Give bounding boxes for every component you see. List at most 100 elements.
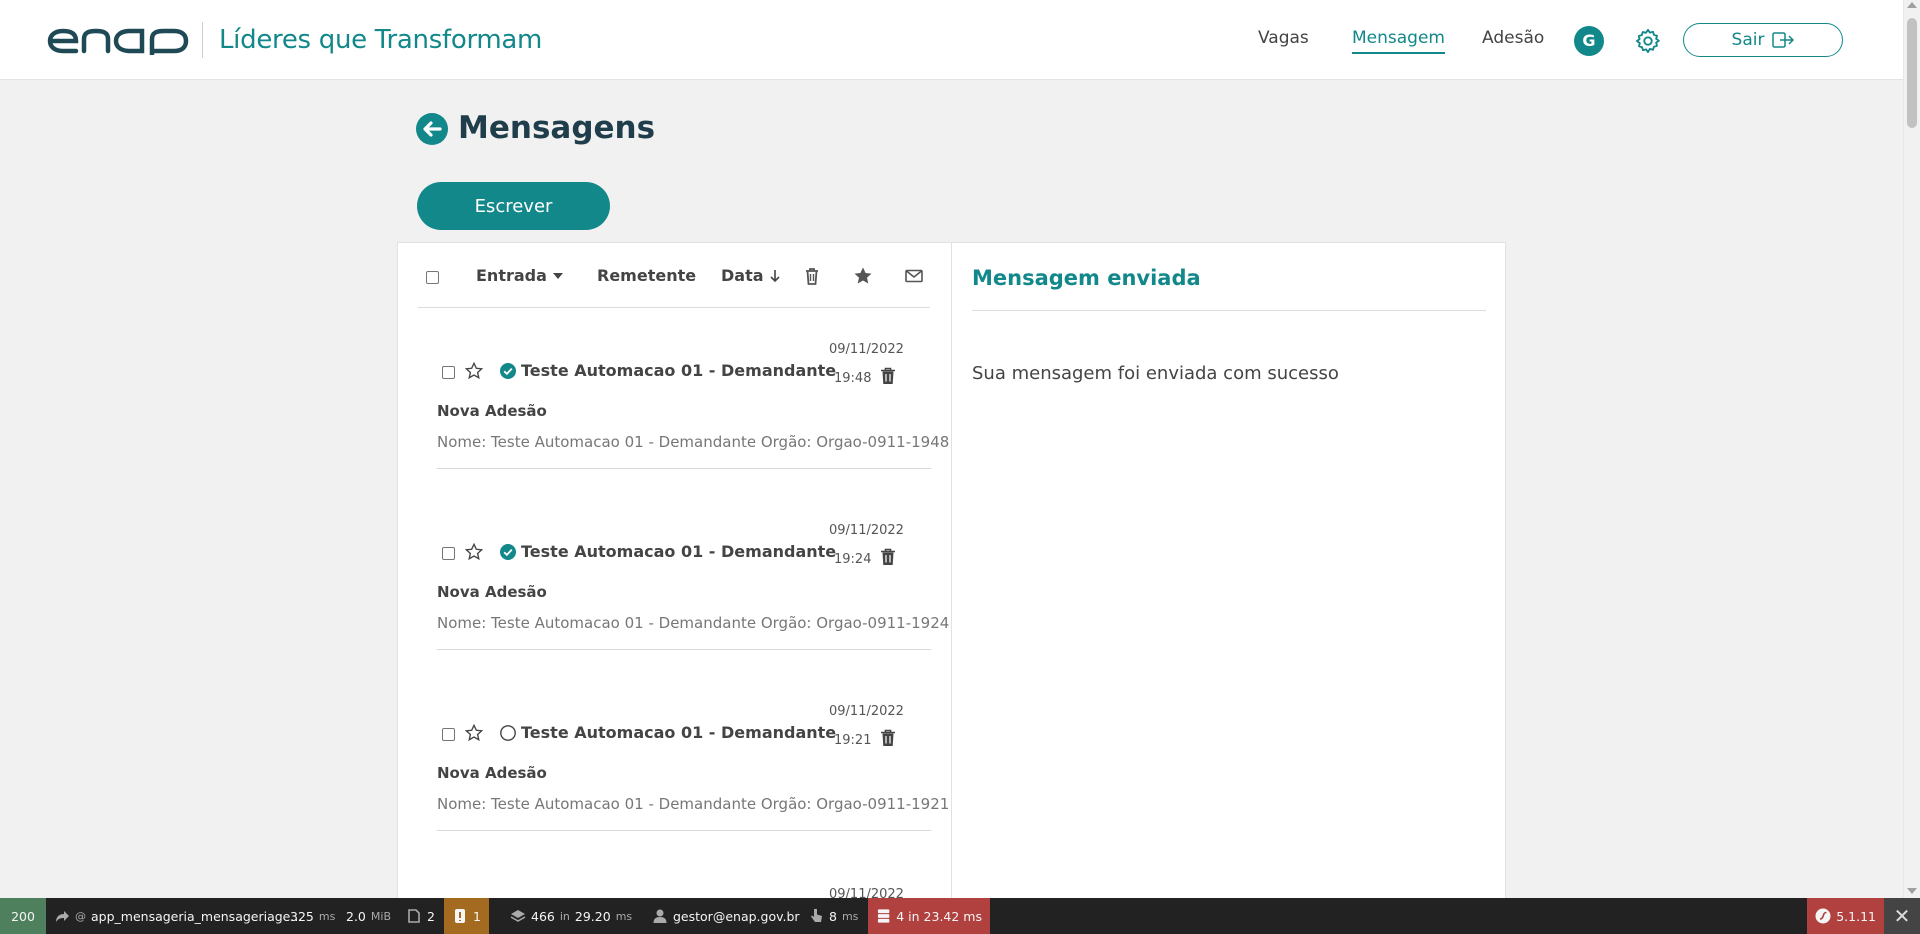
close-icon[interactable]: ✕ <box>1884 898 1920 934</box>
database-panel[interactable]: 4 in 23.42 ms <box>868 898 990 934</box>
message-time: 19:24 <box>834 552 872 567</box>
request-time-panel[interactable]: 325 ms <box>282 898 343 934</box>
message-time: 19:21 <box>834 733 872 748</box>
scrollbar-thumb[interactable] <box>1907 18 1917 128</box>
folder-label: Entrada <box>476 266 547 285</box>
message-list-item[interactable]: Teste Automacao 01 - Demandante 09/11/20… <box>437 704 949 834</box>
scroll-down-icon[interactable] <box>1907 888 1917 894</box>
star-outline-icon[interactable] <box>465 362 483 380</box>
arrow-left-circle-icon[interactable] <box>416 113 448 145</box>
star-icon[interactable] <box>853 266 873 286</box>
form-icon <box>408 909 420 923</box>
message-date: 09/11/2022 <box>829 342 904 357</box>
cursor-hand-icon <box>811 909 822 922</box>
message-list-item[interactable]: Teste Automacao 01 - Demandante 09/11/20… <box>437 523 949 653</box>
message-divider <box>437 468 931 469</box>
message-sender: Teste Automacao 01 - Demandante <box>521 361 837 380</box>
message-time: 19:48 <box>834 371 872 386</box>
message-checkbox[interactable] <box>442 366 455 379</box>
message-preview: Nome: Teste Automacao 01 - Demandante Or… <box>437 614 950 632</box>
message-subject: Nova Adesão <box>437 402 547 420</box>
trash-icon[interactable] <box>880 548 896 566</box>
read-check-icon <box>500 363 516 379</box>
nav-mensagem[interactable]: Mensagem <box>1352 28 1445 54</box>
message-subject: Nova Adesão <box>437 583 547 601</box>
debug-toolbar: 200 @ app_mensageria_mensageriage... 325… <box>0 898 1920 934</box>
scroll-up-icon[interactable] <box>1907 2 1917 8</box>
twig-panel[interactable]: 466 in 29.20 ms <box>502 898 640 934</box>
message-sender: Teste Automacao 01 - Demandante <box>521 542 837 561</box>
twig-in: in <box>559 909 570 923</box>
twig-time: 29.20 <box>574 908 611 924</box>
symfony-version-panel[interactable]: 5.1.11 <box>1807 898 1884 934</box>
sort-by-date[interactable]: Data <box>721 266 780 285</box>
logout-label: Sair <box>1731 30 1765 50</box>
database-summary: 4 in 23.42 ms <box>896 908 982 924</box>
compose-button[interactable]: Escrever <box>417 182 610 230</box>
date-sort-label: Data <box>721 266 764 285</box>
events-unit: ms <box>841 909 859 923</box>
folder-dropdown[interactable]: Entrada <box>476 266 563 285</box>
sort-by-sender[interactable]: Remetente <box>597 266 696 285</box>
message-divider <box>437 830 931 831</box>
message-preview: Nome: Teste Automacao 01 - Demandante Or… <box>437 795 950 813</box>
warning-icon <box>455 909 465 923</box>
message-date: 09/11/2022 <box>829 704 904 719</box>
logs-panel[interactable]: 1 <box>444 898 489 934</box>
memory-panel[interactable]: 2.0 MiB <box>338 898 399 934</box>
brand-title: Líderes que Transformam <box>219 25 543 55</box>
message-subject: Nova Adesão <box>437 764 547 782</box>
twig-count: 466 <box>531 908 555 924</box>
symfony-logo-icon <box>1815 908 1831 924</box>
events-time: 8 <box>829 908 837 924</box>
page-title: Mensagens <box>458 110 656 146</box>
memory-unit: MiB <box>370 909 391 923</box>
logs-count: 1 <box>473 908 481 924</box>
detail-divider <box>972 310 1486 311</box>
top-header: Líderes que Transformam Vagas Mensagem A… <box>0 0 1903 80</box>
symfony-version: 5.1.11 <box>1836 908 1876 924</box>
route-panel[interactable]: @ app_mensageria_mensageriage... <box>46 898 310 934</box>
enap-logo[interactable] <box>46 27 196 55</box>
trash-icon[interactable] <box>880 729 896 747</box>
route-name: app_mensageria_mensageriage... <box>91 908 303 924</box>
database-icon <box>877 909 890 923</box>
user-avatar[interactable]: G <box>1574 26 1604 56</box>
detail-title: Mensagem enviada <box>972 266 1201 290</box>
page-scrollbar[interactable] <box>1903 0 1920 898</box>
select-all-checkbox[interactable] <box>426 271 439 284</box>
star-outline-icon[interactable] <box>465 724 483 742</box>
envelope-icon[interactable] <box>904 266 924 286</box>
message-detail-panel <box>951 242 1506 902</box>
nav-vagas[interactable]: Vagas <box>1258 28 1309 48</box>
events-panel[interactable]: 8 ms <box>800 898 866 934</box>
forms-panel[interactable]: 2 <box>398 898 443 934</box>
route-at-sign: @ <box>75 909 86 923</box>
gear-icon[interactable] <box>1634 27 1662 55</box>
brand-separator <box>202 22 203 58</box>
logout-icon <box>1772 32 1795 48</box>
unread-circle-icon <box>500 725 516 741</box>
nav-adesao[interactable]: Adesão <box>1482 28 1544 48</box>
message-checkbox[interactable] <box>442 547 455 560</box>
arrow-down-icon <box>769 269 780 282</box>
message-date: 09/11/2022 <box>829 523 904 538</box>
message-list-item[interactable]: Teste Automacao 01 - Demandante 09/11/20… <box>437 342 949 472</box>
logout-button[interactable]: Sair <box>1683 23 1843 57</box>
message-list-toolbar: Entrada Remetente Data <box>418 256 930 308</box>
memory-value: 2.0 <box>346 908 366 924</box>
request-time: 325 <box>290 908 314 924</box>
forms-count: 2 <box>427 908 435 924</box>
status-code-badge[interactable]: 200 <box>0 898 46 934</box>
detail-body: Sua mensagem foi enviada com sucesso <box>972 363 1339 384</box>
message-checkbox[interactable] <box>442 728 455 741</box>
caret-down-icon <box>552 272 563 279</box>
star-outline-icon[interactable] <box>465 543 483 561</box>
request-time-unit: ms <box>318 909 336 923</box>
security-panel[interactable]: gestor@enap.gov.br <box>644 898 808 934</box>
security-user: gestor@enap.gov.br <box>673 908 800 924</box>
trash-icon[interactable] <box>802 266 822 286</box>
message-divider <box>437 649 931 650</box>
trash-icon[interactable] <box>880 367 896 385</box>
message-preview: Nome: Teste Automacao 01 - Demandante Or… <box>437 433 950 451</box>
